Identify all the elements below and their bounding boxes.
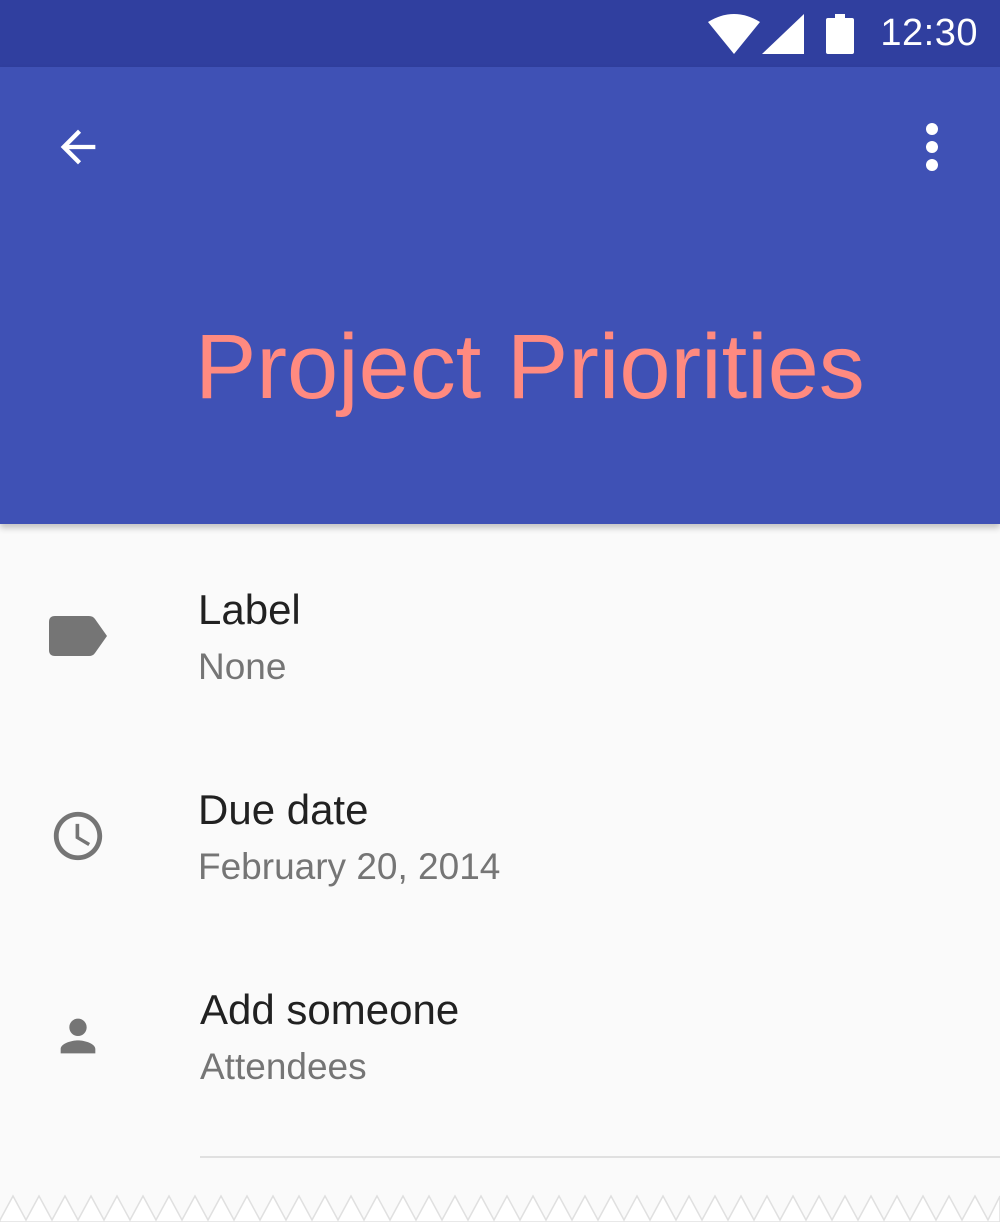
status-bar: 12:30 (0, 0, 1000, 67)
due-date-title: Due date (198, 786, 369, 833)
more-options-button[interactable] (894, 111, 970, 187)
label-title: Label (198, 586, 301, 633)
status-icons: 12:30 (708, 0, 978, 67)
status-time: 12:30 (880, 12, 978, 54)
more-vert-icon (922, 121, 942, 178)
attendees-value: Attendees (200, 1046, 367, 1087)
wifi-icon (708, 13, 761, 54)
details-list: Label None Due date February 20, 2014 Ad… (0, 524, 1000, 1222)
battery-icon (826, 13, 855, 54)
cell-signal-icon (762, 13, 805, 54)
label-value: None (198, 646, 287, 687)
list-item-due-date[interactable]: Due date February 20, 2014 (0, 764, 1000, 924)
clock-icon (48, 806, 108, 866)
person-icon (48, 1006, 108, 1066)
back-button[interactable] (40, 111, 116, 187)
arrow-back-icon (52, 121, 104, 178)
due-date-value: February 20, 2014 (198, 846, 501, 887)
page-title: Project Priorities (195, 316, 865, 418)
app-bar: Project Priorities (0, 67, 1000, 524)
list-divider (200, 1156, 1000, 1158)
torn-edge-decoration (0, 1194, 1000, 1222)
add-someone-title: Add someone (200, 986, 460, 1033)
list-item-label[interactable]: Label None (0, 564, 1000, 724)
list-item-add-someone[interactable]: Add someone Attendees (0, 964, 1000, 1124)
label-icon (48, 606, 108, 666)
event-details-screen: 12:30 Project Priorities Label None Due … (0, 0, 1000, 1222)
